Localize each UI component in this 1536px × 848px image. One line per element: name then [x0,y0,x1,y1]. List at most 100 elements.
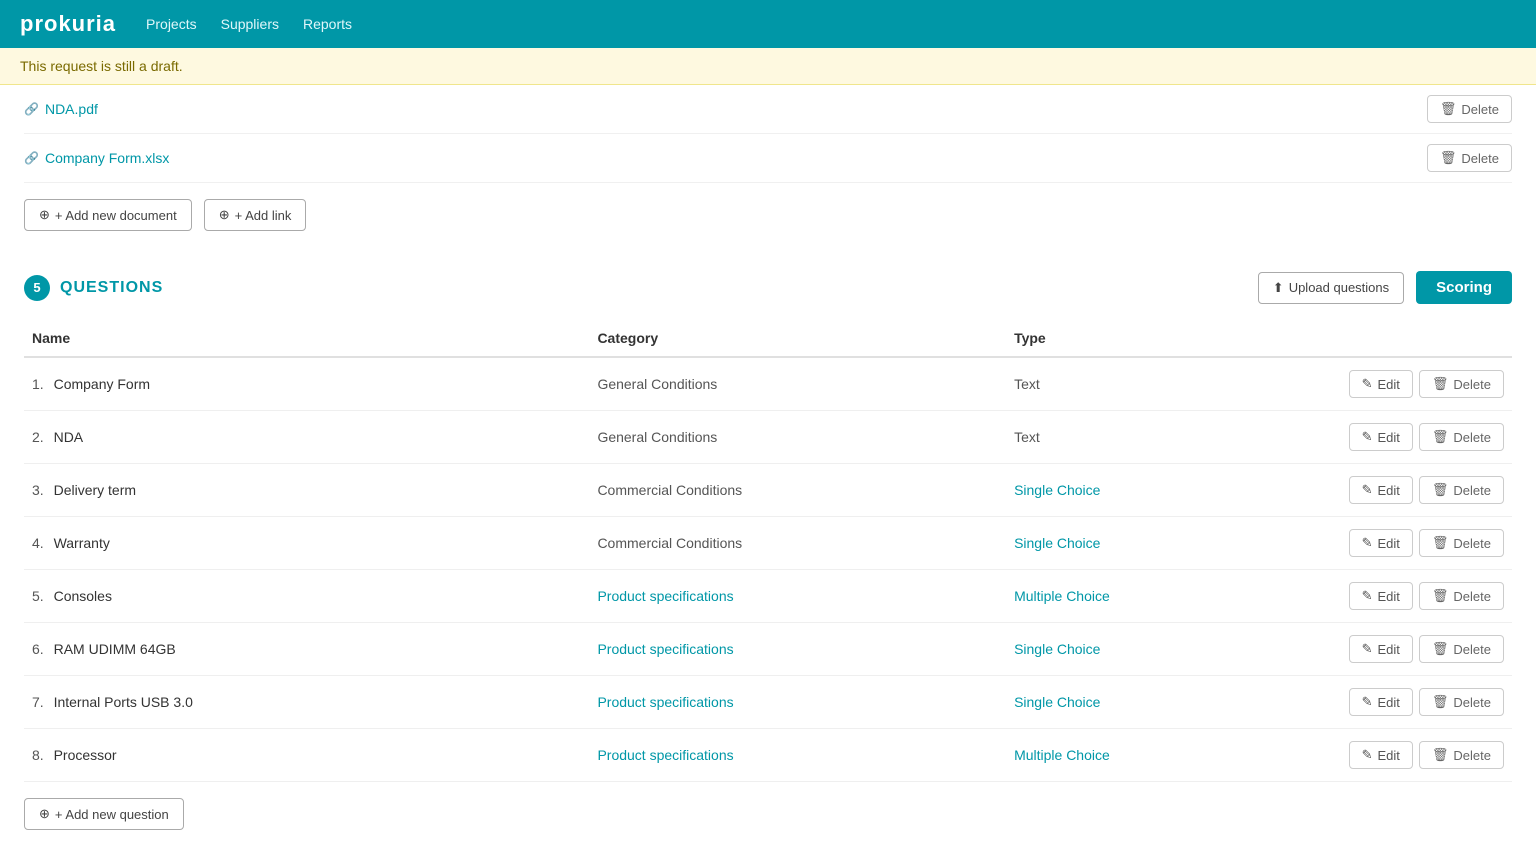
questions-header: 5 QUESTIONS ⬆ Upload questions Scoring [24,271,1512,304]
trash-row-icon: 🗑 [1432,641,1449,657]
table-row: 3. Delivery term Commercial Conditions S… [24,464,1512,517]
nav-projects[interactable]: Projects [146,12,197,36]
file-link-nda[interactable]: NDA.pdf [24,101,98,117]
row-name: Company Form [54,376,150,392]
row-actions: ✎ Edit 🗑 Delete [1312,370,1504,398]
questions-table: Name Category Type 1. Company Form Gener… [24,320,1512,782]
navbar: prokuria Projects Suppliers Reports [0,0,1536,48]
edit-row-button[interactable]: ✎ Edit [1349,423,1413,451]
edit-row-button[interactable]: ✎ Edit [1349,582,1413,610]
row-num: 5. [32,588,44,604]
edit-row-button[interactable]: ✎ Edit [1349,741,1413,769]
upload-icon: ⬆ [1273,280,1284,296]
row-num: 7. [32,694,44,710]
row-name: RAM UDIMM 64GB [54,641,176,657]
delete-row-button[interactable]: 🗑 Delete [1419,529,1504,557]
nav-suppliers[interactable]: Suppliers [221,12,279,36]
row-num: 8. [32,747,44,763]
file-link-company-form[interactable]: Company Form.xlsx [24,150,169,166]
plus-doc-icon: ⊕ [39,207,50,223]
trash-row-icon: 🗑 [1432,588,1449,604]
row-name: Processor [54,747,117,763]
row-category: Product specifications [589,729,1006,782]
trash-row-icon: 🗑 [1432,376,1449,392]
edit-icon: ✎ [1362,376,1373,392]
row-type: Single Choice [1006,676,1304,729]
trash-icon: 🗑 [1440,101,1457,117]
table-row: 7. Internal Ports USB 3.0 Product specif… [24,676,1512,729]
edit-icon: ✎ [1362,535,1373,551]
table-row: 5. Consoles Product specifications Multi… [24,570,1512,623]
add-new-document-button[interactable]: ⊕ + Add new document [24,199,192,231]
col-header-category: Category [589,320,1006,357]
questions-section: 5 QUESTIONS ⬆ Upload questions Scoring N… [24,271,1512,846]
table-row: 1. Company Form General Conditions Text … [24,357,1512,411]
draft-banner-text: This request is still a draft. [20,58,183,74]
table-row: 8. Processor Product specifications Mult… [24,729,1512,782]
col-header-actions [1304,320,1512,357]
edit-row-button[interactable]: ✎ Edit [1349,476,1413,504]
row-num: 1. [32,376,44,392]
nav-reports[interactable]: Reports [303,12,352,36]
upload-questions-button[interactable]: ⬆ Upload questions [1258,272,1404,304]
trash-icon-2: 🗑 [1440,150,1457,166]
delete-row-button[interactable]: 🗑 Delete [1419,476,1504,504]
questions-count-badge: 5 [24,275,50,301]
add-link-button[interactable]: ⊕ + Add link [204,199,307,231]
delete-row-button[interactable]: 🗑 Delete [1419,582,1504,610]
trash-row-icon: 🗑 [1432,535,1449,551]
edit-row-button[interactable]: ✎ Edit [1349,688,1413,716]
delete-row-button[interactable]: 🗑 Delete [1419,688,1504,716]
logo: prokuria [20,11,116,37]
row-type: Text [1006,411,1304,464]
edit-icon: ✎ [1362,694,1373,710]
edit-row-button[interactable]: ✎ Edit [1349,635,1413,663]
row-actions: ✎ Edit 🗑 Delete [1312,688,1504,716]
delete-row-button[interactable]: 🗑 Delete [1419,635,1504,663]
delete-row-button[interactable]: 🗑 Delete [1419,741,1504,769]
edit-row-button[interactable]: ✎ Edit [1349,529,1413,557]
edit-row-button[interactable]: ✎ Edit [1349,370,1413,398]
row-name: Consoles [54,588,112,604]
delete-row-button[interactable]: 🗑 Delete [1419,370,1504,398]
row-actions: ✎ Edit 🗑 Delete [1312,582,1504,610]
row-category: Commercial Conditions [589,464,1006,517]
row-category: Product specifications [589,623,1006,676]
row-actions: ✎ Edit 🗑 Delete [1312,529,1504,557]
row-category: Product specifications [589,570,1006,623]
row-category: General Conditions [589,411,1006,464]
row-category: Commercial Conditions [589,517,1006,570]
row-name: Warranty [54,535,110,551]
row-name: NDA [54,429,84,445]
add-new-question-button[interactable]: ⊕ + Add new question [24,798,184,830]
plus-question-icon: ⊕ [39,806,50,822]
row-type: Single Choice [1006,623,1304,676]
questions-title-text: QUESTIONS [60,279,163,297]
row-type: Single Choice [1006,517,1304,570]
row-category: General Conditions [589,357,1006,411]
delete-company-form-button[interactable]: 🗑 Delete [1427,144,1512,172]
draft-banner: This request is still a draft. [0,48,1536,85]
row-actions: ✎ Edit 🗑 Delete [1312,741,1504,769]
col-header-name: Name [24,320,589,357]
row-category: Product specifications [589,676,1006,729]
scoring-button[interactable]: Scoring [1416,271,1512,304]
row-type: Text [1006,357,1304,411]
row-num: 3. [32,482,44,498]
edit-icon: ✎ [1362,482,1373,498]
row-num: 2. [32,429,44,445]
row-type: Single Choice [1006,464,1304,517]
delete-row-button[interactable]: 🗑 Delete [1419,423,1504,451]
trash-row-icon: 🗑 [1432,747,1449,763]
trash-row-icon: 🗑 [1432,694,1449,710]
main-content: NDA.pdf 🗑 Delete Company Form.xlsx 🗑 Del… [0,85,1536,846]
file-item-company-form: Company Form.xlsx 🗑 Delete [24,134,1512,183]
table-row: 4. Warranty Commercial Conditions Single… [24,517,1512,570]
row-num: 6. [32,641,44,657]
questions-title-group: 5 QUESTIONS [24,275,163,301]
plus-link-icon: ⊕ [219,207,230,223]
row-type: Multiple Choice [1006,570,1304,623]
delete-nda-button[interactable]: 🗑 Delete [1427,95,1512,123]
table-row: 2. NDA General Conditions Text ✎ Edit 🗑 … [24,411,1512,464]
nav-links: Projects Suppliers Reports [146,12,352,36]
